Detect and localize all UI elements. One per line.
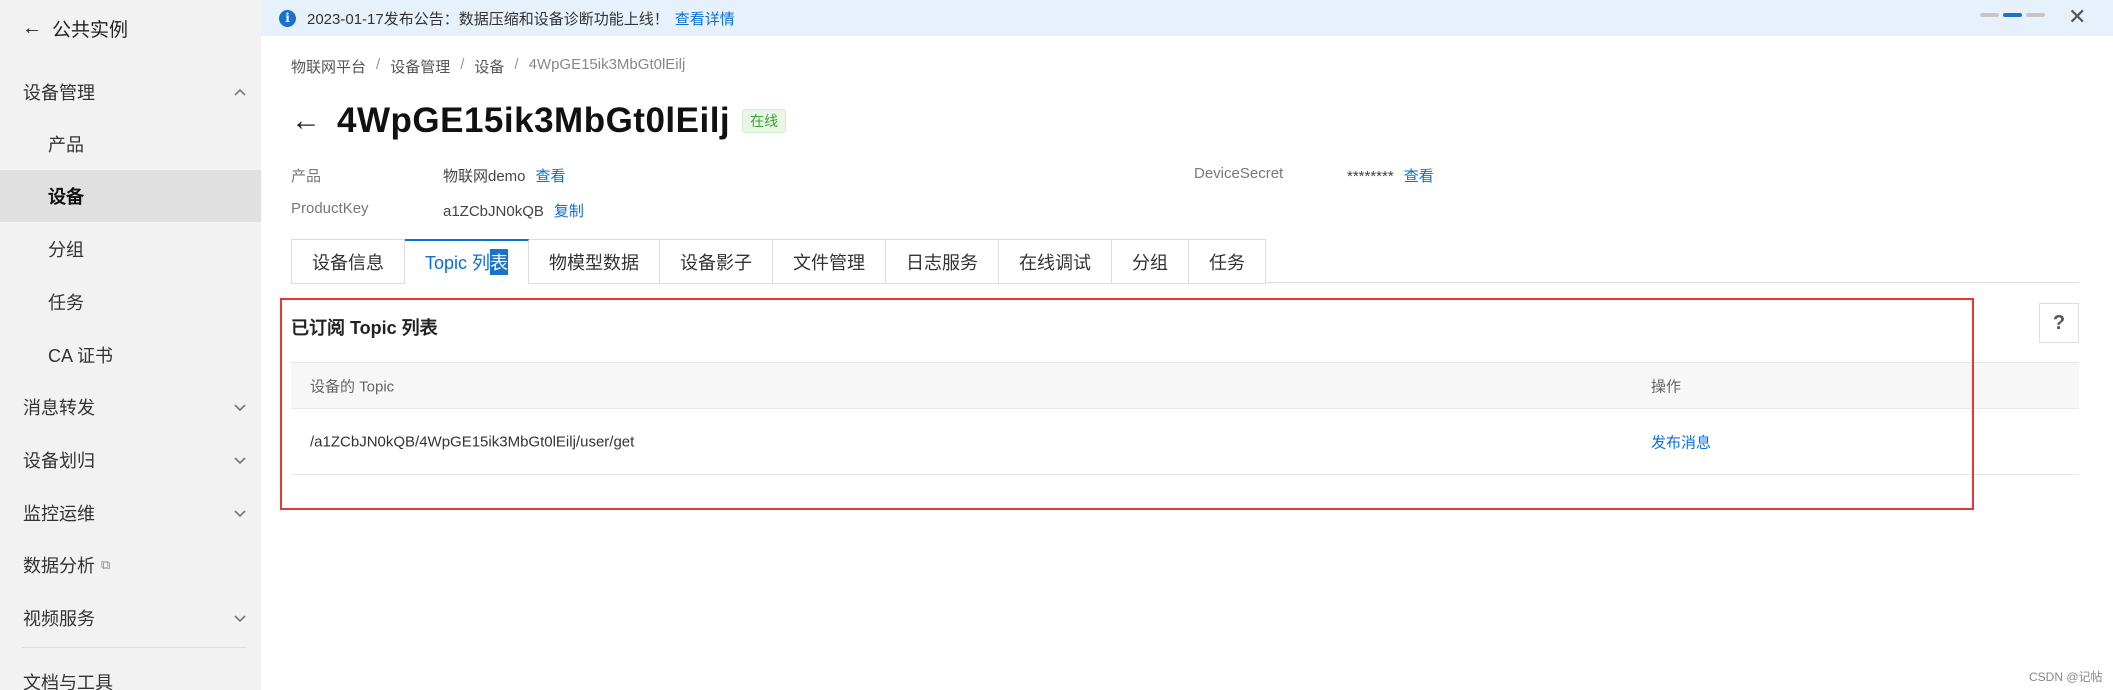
sidebar-item-device[interactable]: 设备: [0, 170, 261, 222]
sidebar-group-label: 设备划归: [23, 451, 95, 471]
sidebar-group-label: 视频服务: [23, 609, 95, 629]
pager-dot[interactable]: [2026, 13, 2045, 17]
tab-device-shadow[interactable]: 设备影子: [660, 239, 774, 284]
watermark: CSDN @记帖: [2029, 670, 2103, 684]
meta-productkey-label: ProductKey: [291, 200, 369, 217]
sidebar-item-ca-cert[interactable]: CA 证书: [0, 329, 261, 381]
tab-device-info[interactable]: 设备信息: [291, 239, 405, 284]
device-secret-label: DeviceSecret: [1194, 165, 1284, 182]
sidebar-item-label: 任务: [48, 293, 84, 313]
chevron-down-icon: [234, 457, 246, 465]
pager-dot-active[interactable]: [2003, 13, 2022, 17]
breadcrumb-item-device[interactable]: 设备: [474, 56, 504, 77]
external-link-icon: ⧉: [101, 557, 111, 572]
copy-productkey-link[interactable]: 复制: [554, 203, 584, 220]
chevron-up-icon: [234, 88, 246, 96]
sidebar-group-device-management[interactable]: 设备管理: [0, 66, 261, 118]
productkey-value: a1ZCbJN0kQB: [443, 203, 544, 220]
pager-dot[interactable]: [1980, 13, 1999, 17]
page-title: 4WpGE15ik3MbGt0lEilj: [337, 101, 731, 140]
info-icon: i: [279, 9, 296, 27]
breadcrumb-separator: /: [376, 56, 381, 73]
back-label: 公共实例: [52, 19, 129, 41]
meta-product-value: 物联网demo 查看: [443, 165, 566, 186]
arrow-left-icon: ←: [22, 16, 42, 39]
product-label: 产品: [291, 168, 322, 185]
sidebar-group-label: 文档与工具: [23, 673, 113, 690]
view-secret-link[interactable]: 查看: [1404, 168, 1434, 185]
sidebar-group-message-forwarding[interactable]: 消息转发: [0, 381, 261, 433]
sidebar-item-group[interactable]: 分组: [0, 223, 261, 275]
tab-label: 文件管理: [793, 252, 866, 273]
tab-label: 设备信息: [312, 252, 384, 273]
productkey-label: ProductKey: [291, 200, 369, 217]
tab-label: Topic 列: [425, 253, 491, 273]
tab-bar: 设备信息 Topic 列表 物模型数据 设备影子 文件管理 日志服务 在线调试 …: [291, 239, 2079, 284]
meta-productkey-value: a1ZCbJN0kQB 复制: [443, 200, 584, 221]
back-arrow-icon[interactable]: ←: [291, 104, 321, 138]
announcement-details-link[interactable]: 查看详情: [675, 8, 735, 29]
product-value: 物联网demo: [443, 168, 526, 185]
announcement-bar: i 2023-01-17发布公告：数据压缩和设备诊断功能上线！ 查看详情: [261, 0, 2113, 36]
chevron-down-icon: [234, 510, 246, 518]
sidebar-group-label: 设备管理: [23, 83, 95, 103]
device-secret-value: ********: [1347, 168, 1394, 185]
sidebar-group-label: 消息转发: [23, 398, 95, 418]
help-button[interactable]: ?: [2039, 303, 2079, 343]
chevron-down-icon: [234, 404, 246, 412]
sidebar-item-label: 设备: [48, 187, 84, 207]
sidebar: ← 公共实例 设备管理 产品 设备 分组 任务 CA 证书 消息转发 设备划归 …: [0, 0, 261, 690]
breadcrumb-separator: /: [460, 56, 465, 73]
meta-secret-label: DeviceSecret: [1194, 165, 1283, 182]
tab-label: 任务: [1209, 252, 1246, 273]
sidebar-item-label: 产品: [48, 135, 84, 155]
tab-group[interactable]: 分组: [1112, 239, 1190, 284]
tab-topic-list[interactable]: Topic 列表: [405, 239, 530, 284]
sidebar-group-data-analysis[interactable]: 数据分析 ⧉: [0, 539, 261, 591]
meta-secret-value: ******** 查看: [1347, 165, 1434, 186]
tab-log-service[interactable]: 日志服务: [886, 239, 1000, 284]
sidebar-divider: [22, 647, 247, 648]
breadcrumb: 物联网平台 / 设备管理 / 设备 / 4WpGE15ik3MbGt0lEilj: [291, 56, 685, 77]
tab-task[interactable]: 任务: [1189, 239, 1267, 284]
tab-label: 分组: [1132, 252, 1169, 273]
view-product-link[interactable]: 查看: [536, 168, 566, 185]
breadcrumb-item-device-management[interactable]: 设备管理: [390, 56, 450, 77]
highlight-annotation-box: [280, 298, 1974, 510]
tab-file-management[interactable]: 文件管理: [773, 239, 887, 284]
tab-label: 物模型数据: [549, 252, 640, 273]
tab-label: 设备影子: [680, 252, 753, 273]
sidebar-group-video-service[interactable]: 视频服务: [0, 592, 261, 644]
tab-label: 日志服务: [906, 252, 979, 273]
chevron-down-icon: [234, 615, 246, 623]
tab-label-selection: 表: [490, 249, 509, 275]
sidebar-item-task[interactable]: 任务: [0, 276, 261, 328]
breadcrumb-separator: /: [514, 56, 519, 73]
meta-product-label: 产品: [291, 165, 321, 186]
sidebar-item-label: 分组: [48, 240, 84, 260]
tab-label: 在线调试: [1019, 252, 1092, 273]
sidebar-group-label: 数据分析: [23, 556, 95, 576]
sidebar-group-label: 监控运维: [23, 504, 95, 524]
sidebar-item-product[interactable]: 产品: [0, 118, 261, 170]
announcement-pager[interactable]: [1980, 13, 2045, 17]
breadcrumb-item-current: 4WpGE15ik3MbGt0lEilj: [528, 56, 686, 73]
sidebar-group-device-assignment[interactable]: 设备划归: [0, 434, 261, 486]
close-icon[interactable]: ✕: [2068, 4, 2086, 30]
status-badge: 在线: [742, 109, 787, 133]
sidebar-group-docs-tools[interactable]: 文档与工具: [0, 656, 261, 690]
sidebar-group-monitoring[interactable]: 监控运维: [0, 487, 261, 539]
sidebar-item-label: CA 证书: [48, 346, 114, 366]
tab-thing-model-data[interactable]: 物模型数据: [529, 239, 661, 284]
back-to-public-instance[interactable]: ← 公共实例: [22, 14, 128, 42]
breadcrumb-item-iot-platform[interactable]: 物联网平台: [291, 56, 366, 77]
announcement-text: 2023-01-17发布公告：数据压缩和设备诊断功能上线！: [307, 10, 669, 28]
tab-online-debug[interactable]: 在线调试: [999, 239, 1113, 284]
page-header: ← 4WpGE15ik3MbGt0lEilj 在线: [291, 98, 787, 144]
